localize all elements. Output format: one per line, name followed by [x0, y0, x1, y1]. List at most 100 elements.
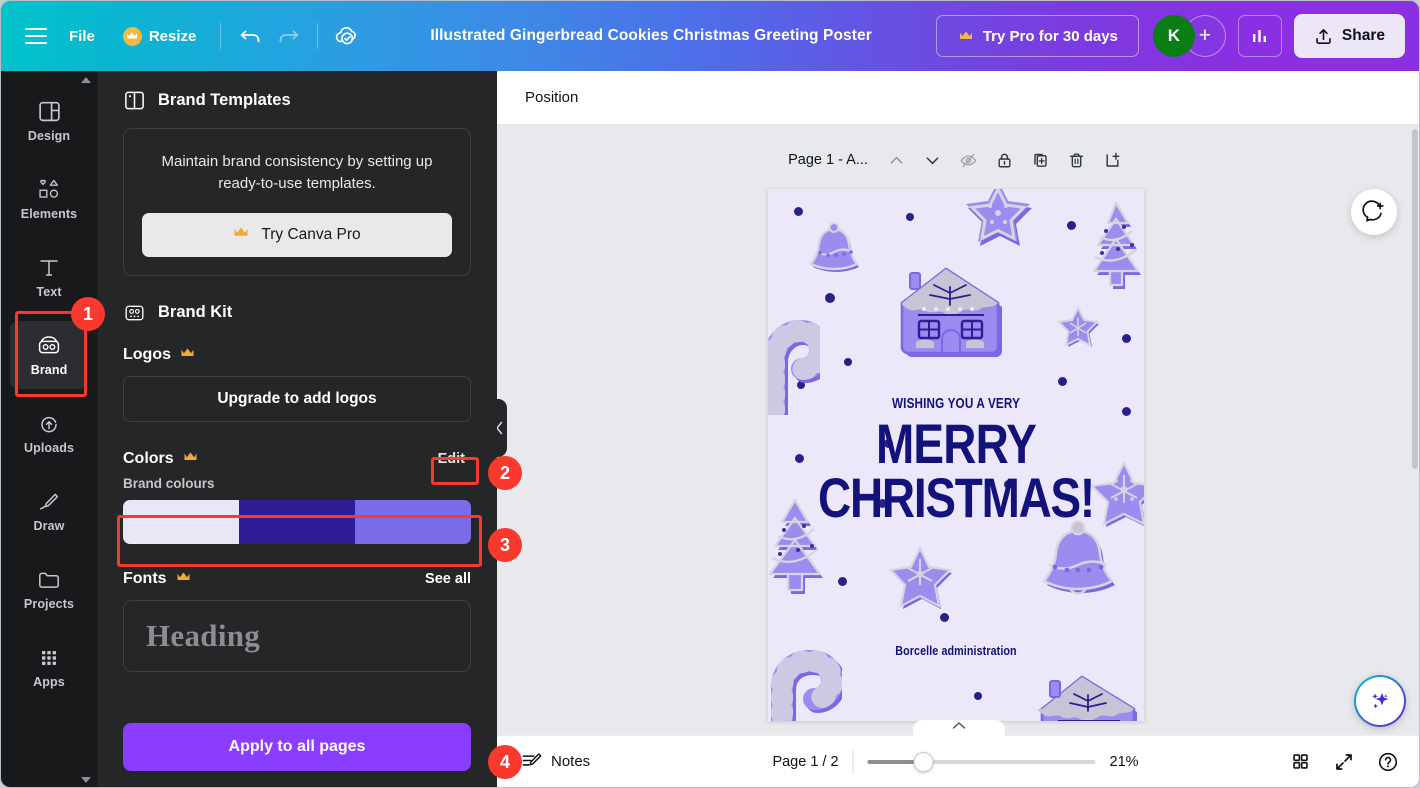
canvas-vertical-scrollbar[interactable] [1412, 129, 1418, 469]
poster-artboard[interactable]: WISHING YOU A VERY MERRY CHRISTMAS! Borc… [768, 189, 1144, 721]
rail-scroll-down-icon[interactable] [81, 777, 91, 783]
sidebar-item-brand[interactable]: Brand [10, 321, 88, 389]
colors-edit-link[interactable]: Edit [432, 448, 471, 470]
crown-icon [957, 29, 975, 43]
crown-icon [176, 570, 191, 588]
brand-colour-swatches[interactable] [123, 499, 471, 544]
grid-view-button[interactable] [1281, 743, 1319, 781]
left-nav-rail: Design Elements Text Brand Uploads Draw … [1, 71, 97, 787]
file-menu-button[interactable]: File [55, 17, 109, 55]
poster-line-2: MERRY [875, 412, 1037, 475]
zoom-percentage: 21% [1109, 753, 1139, 770]
sidebar-item-design[interactable]: Design [10, 87, 88, 155]
apps-grid-icon [42, 650, 56, 665]
header-divider-2 [317, 23, 319, 49]
document-title[interactable]: Illustrated Gingerbread Cookies Christma… [366, 27, 935, 45]
canva-editor-window: File Resize Illustrated Gingerbread Cook… [0, 0, 1420, 788]
delete-page-icon [1070, 152, 1084, 167]
sidebar-item-text[interactable]: Text [10, 243, 88, 311]
cookie-bell-lowerright [1041, 520, 1115, 595]
help-button[interactable] [1369, 743, 1407, 781]
avatar[interactable]: K [1152, 15, 1195, 57]
colour-swatch-2[interactable] [239, 499, 355, 544]
font-heading-preview[interactable]: Heading [123, 599, 471, 672]
fonts-see-all-link[interactable]: See all [425, 571, 471, 587]
cookie-house-bottomright [1038, 675, 1137, 721]
rail-scroll-up-icon[interactable] [81, 77, 91, 83]
sidebar-item-label: Apps [33, 674, 65, 689]
sidebar-item-elements[interactable]: Elements [10, 165, 88, 233]
share-button[interactable]: Share [1293, 14, 1405, 58]
cookie-star-small-right [1056, 305, 1100, 347]
sidebar-item-projects[interactable]: Projects [10, 555, 88, 623]
grid-view-icon [1292, 754, 1308, 769]
add-page-button[interactable] [1096, 143, 1130, 177]
chevron-down-icon [926, 156, 939, 164]
hide-page-button[interactable] [952, 143, 986, 177]
brand-templates-heading: Brand Templates [123, 89, 471, 112]
brand-kit-icon [38, 335, 60, 353]
sidebar-item-uploads[interactable]: Uploads [10, 399, 88, 467]
brand-kit-heading: Brand Kit [123, 302, 471, 324]
sidebar-item-label: Uploads [23, 440, 74, 455]
notes-button[interactable]: Notes [511, 744, 600, 779]
elements-shapes-icon [38, 179, 58, 198]
apply-to-all-pages-button[interactable]: Apply to all pages [123, 723, 471, 771]
brand-templates-title: Brand Templates [158, 91, 291, 109]
colors-heading: Colors [123, 450, 198, 468]
add-comment-button[interactable] [1351, 189, 1397, 235]
design-page-1[interactable]: WISHING YOU A VERY MERRY CHRISTMAS! Borc… [768, 189, 1144, 721]
position-button[interactable]: Position [515, 82, 588, 113]
insights-button[interactable] [1237, 15, 1282, 57]
colour-swatch-3[interactable] [355, 499, 471, 544]
apply-label: Apply to all pages [228, 738, 366, 755]
help-question-icon [1378, 752, 1398, 771]
redo-button[interactable] [269, 17, 307, 55]
resize-button[interactable]: Resize [109, 17, 211, 55]
brand-kit-icon [125, 305, 144, 320]
try-pro-button[interactable]: Try Pro for 30 days [935, 15, 1139, 57]
crown-icon [180, 346, 195, 364]
zoom-slider[interactable] [867, 751, 1096, 772]
sidebar-item-label: Draw [33, 518, 65, 533]
lock-page-button[interactable] [988, 143, 1022, 177]
fonts-section-header: Fonts See all [123, 570, 471, 588]
resize-label: Resize [148, 27, 197, 45]
duplicate-page-button[interactable] [1024, 143, 1058, 177]
sidebar-item-draw[interactable]: Draw [10, 477, 88, 545]
page-toolbar: Page 1 - A... [497, 143, 1419, 177]
crown-icon [233, 226, 249, 244]
move-page-up-button[interactable] [880, 143, 914, 177]
poster-line-3: CHRISTMAS! [818, 466, 1095, 529]
colour-swatch-1[interactable] [123, 499, 239, 544]
decor-dot [906, 213, 914, 221]
file-menu-label: File [69, 27, 95, 45]
page-name-label[interactable]: Page 1 - A... [788, 152, 868, 168]
hamburger-menu-button[interactable] [17, 17, 55, 55]
page-count-label: Page 1 / 2 [772, 753, 839, 770]
insights-bar-chart-icon [1252, 30, 1266, 42]
try-canva-pro-button[interactable]: Try Canva Pro [142, 212, 452, 257]
expand-notes-tab[interactable] [913, 720, 1005, 738]
cloud-save-status-button[interactable] [328, 17, 366, 55]
upgrade-to-add-logos-button[interactable]: Upgrade to add logos [123, 375, 471, 422]
undo-button[interactable] [231, 17, 269, 55]
magic-studio-button[interactable] [1354, 675, 1406, 727]
zoom-slider-handle[interactable] [913, 751, 934, 772]
magic-studio-inner [1356, 677, 1404, 725]
brand-templates-description: Maintain brand consistency by setting up… [161, 153, 433, 192]
fonts-heading: Fonts [123, 570, 191, 588]
cookie-gingerbread-house [898, 267, 1002, 357]
delete-page-button[interactable] [1060, 143, 1094, 177]
canvas-area: Position Page 1 - A... WISHING YOU A VER… [497, 71, 1419, 787]
decor-dot [844, 358, 852, 366]
sidebar-item-apps[interactable]: Apps [10, 633, 88, 701]
magic-studio-sparkle-icon [1372, 693, 1389, 709]
fullscreen-button[interactable] [1325, 743, 1363, 781]
move-page-down-button[interactable] [916, 143, 950, 177]
uploads-cloud-icon [41, 416, 57, 432]
chevron-up-icon [891, 156, 903, 164]
cookie-star-top [966, 189, 1032, 246]
decor-dot [838, 577, 847, 586]
zoom-divider [852, 749, 854, 774]
